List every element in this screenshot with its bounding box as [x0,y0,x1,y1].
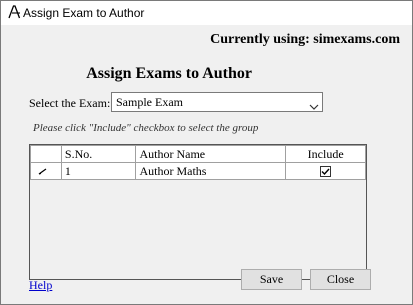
title-bar: Assign Exam to Author [1,1,412,25]
grid-header-include[interactable]: Include [285,145,366,163]
row-indicator[interactable] [30,162,62,180]
dialog-body: Currently using: simexams.com Assign Exa… [1,25,412,304]
page-title: Assign Exams to Author [86,65,252,82]
currently-using-label: Currently using: simexams.com [210,32,400,47]
exam-dropdown-value: Sample Exam [116,95,183,109]
pencil-icon [34,167,58,175]
save-button[interactable]: Save [241,269,302,290]
chevron-down-icon[interactable] [309,98,319,110]
table-row[interactable]: 1 Author Maths [30,162,366,180]
cell-include[interactable] [285,162,366,180]
cell-author-name[interactable]: Author Maths [135,162,287,180]
dialog-window: Assign Exam to Author Currently using: s… [0,0,413,305]
grid-header-indicator [30,145,62,163]
include-checkbox[interactable] [320,166,332,178]
close-button[interactable]: Close [310,269,371,290]
select-exam-label: Select the Exam: [29,96,111,110]
grid-header-author[interactable]: Author Name [135,145,287,163]
author-grid: S.No. Author Name Include 1 Author Maths [29,144,367,280]
cell-sno[interactable]: 1 [60,162,137,180]
app-logo-icon [7,5,21,19]
grid-header-row: S.No. Author Name Include [30,145,366,163]
grid-header-sno[interactable]: S.No. [60,145,137,163]
exam-dropdown[interactable]: Sample Exam [111,92,323,112]
window-title: Assign Exam to Author [23,6,145,20]
include-hint: Please click "Include" checkbox to selec… [33,122,259,134]
help-link[interactable]: Help [29,278,52,293]
